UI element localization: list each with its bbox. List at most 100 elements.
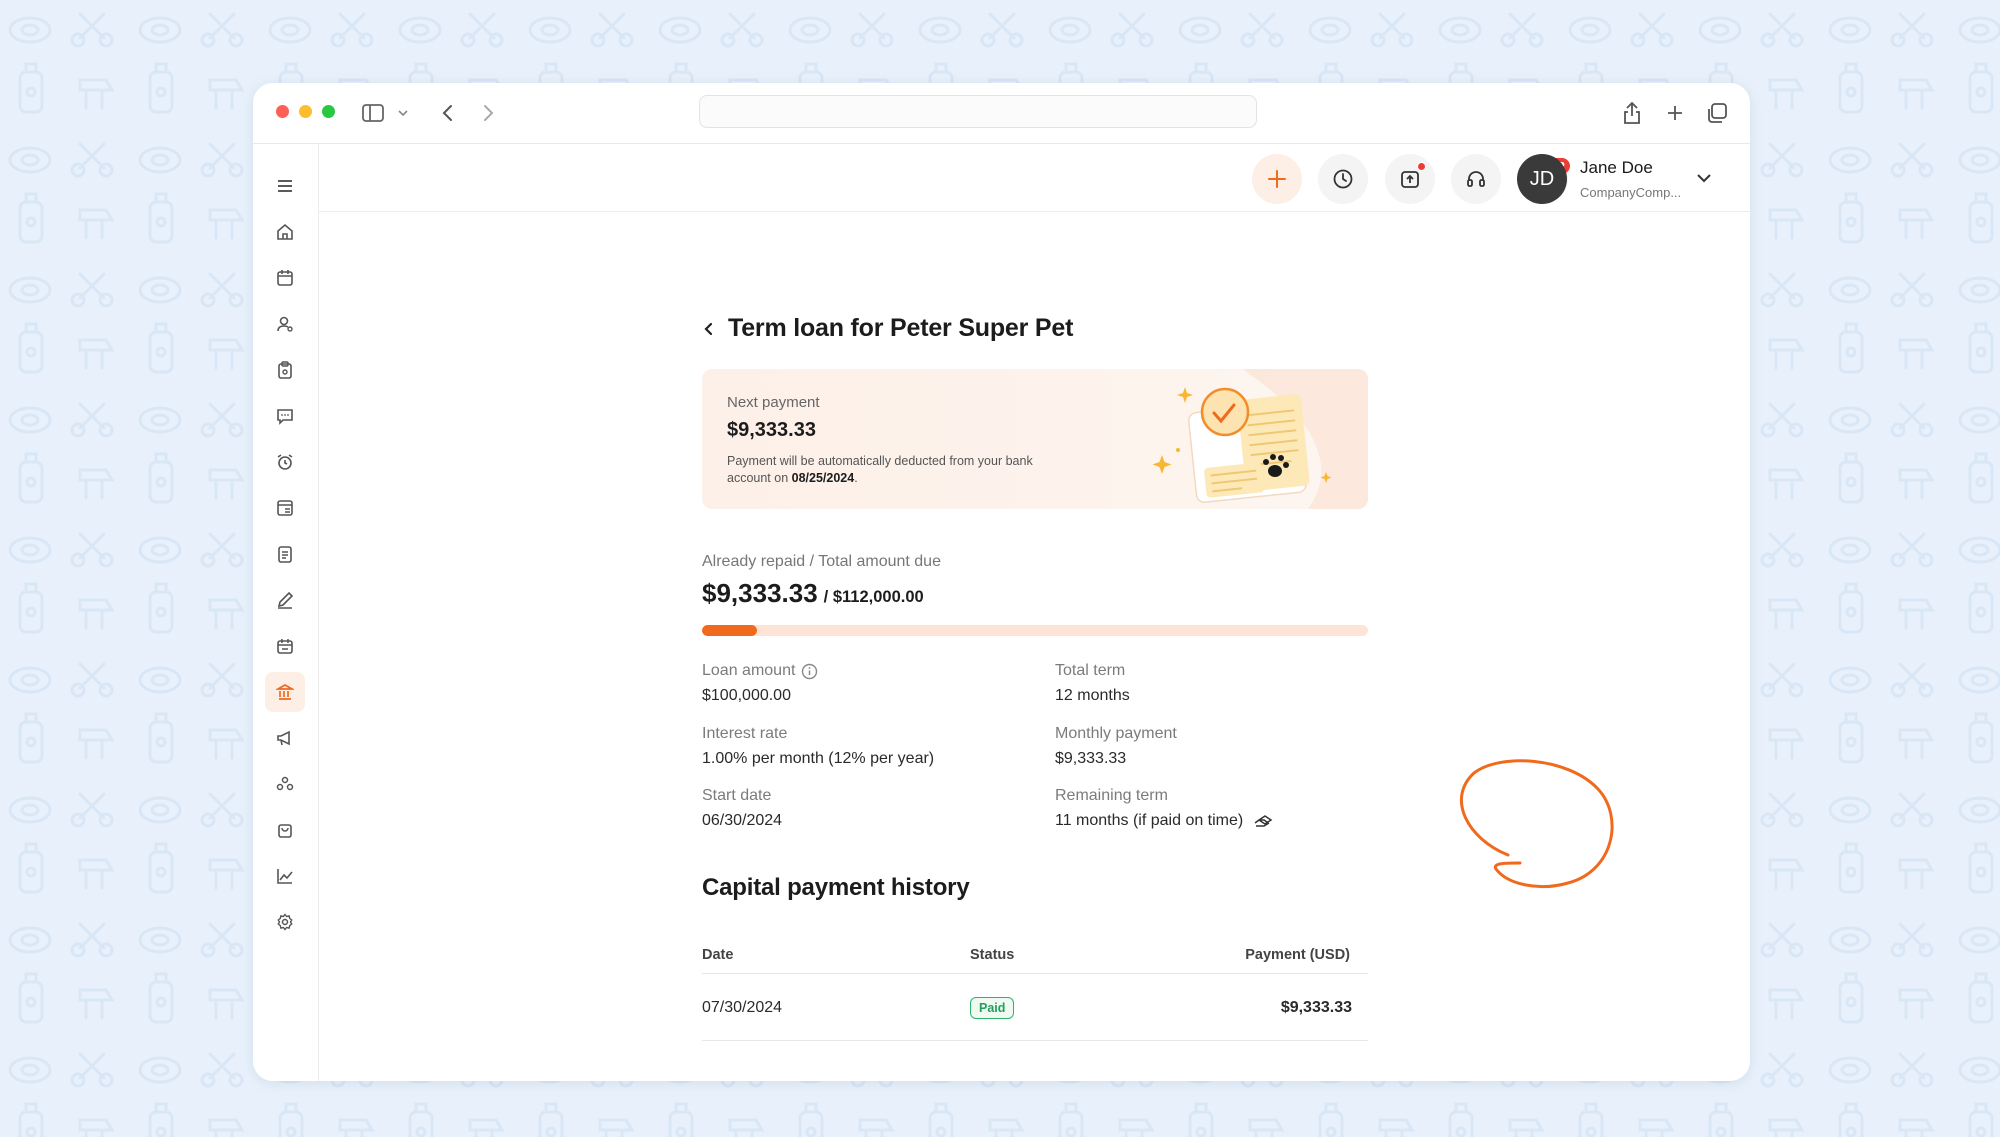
pencil-icon: [277, 591, 294, 609]
table-row[interactable]: 07/30/2024 Paid $9,333.33: [702, 975, 1368, 1041]
detail-start-date: Start date 06/30/2024: [702, 787, 782, 830]
clients-icon: [277, 316, 293, 332]
remaining-term-value: 11 months (if paid on time): [1055, 812, 1244, 829]
payment-history-title: Capital payment history: [702, 874, 970, 901]
deduction-date: 08/25/2024: [791, 471, 855, 485]
repaid-vs-total-label: Already repaid / Total amount due: [702, 553, 941, 571]
register-icon: [277, 500, 293, 516]
monthly-payment-label: Monthly payment: [1055, 725, 1177, 742]
history-button[interactable]: [1318, 154, 1368, 204]
menu-icon: [278, 180, 292, 192]
new-tab-icon[interactable]: [1661, 99, 1689, 127]
repayment-progress-bar: [702, 625, 1368, 636]
sidebar-item-edit[interactable]: [265, 580, 305, 620]
detail-remaining-term: Remaining term 11 months (if paid on tim…: [1055, 787, 1273, 830]
close-window-button[interactable]: [276, 105, 289, 118]
auto-deduct-note: Payment will be automatically deducted f…: [727, 453, 1067, 487]
sidebar-item-schedule[interactable]: [265, 626, 305, 666]
maximize-window-button[interactable]: [322, 105, 335, 118]
back-arrow-icon[interactable]: [434, 99, 462, 127]
sidebar-toggle-icon[interactable]: [359, 99, 387, 127]
sidebar-item-clients[interactable]: [265, 304, 305, 344]
total-due-amount: / $112,000.00: [823, 588, 924, 606]
detail-monthly-payment: Monthly payment $9,333.33: [1055, 725, 1177, 768]
sidebar-item-retail[interactable]: [265, 810, 305, 850]
detail-interest-rate: Interest rate 1.00% per month (12% per y…: [702, 725, 934, 768]
monthly-payment-value: $9,333.33: [1055, 750, 1127, 767]
sidebar-item-capital[interactable]: [265, 672, 305, 712]
alarm-icon: [277, 454, 293, 470]
share-icon[interactable]: [1618, 99, 1646, 127]
schedule-icon: [277, 639, 293, 654]
calendar-icon: [277, 270, 293, 286]
tabs-overview-icon[interactable]: [1703, 99, 1731, 127]
loan-amount-label: Loan amount: [702, 662, 796, 679]
sidebar-item-menu[interactable]: [265, 166, 305, 206]
column-header-date: Date: [702, 947, 734, 963]
upload-button[interactable]: [1385, 154, 1435, 204]
status-badge: Paid: [970, 996, 1015, 1019]
loan-illustration: [1152, 369, 1368, 509]
remaining-term-row: 11 months (if paid on time): [1055, 812, 1273, 830]
sidebar-item-clipboard[interactable]: [265, 350, 305, 390]
detail-loan-amount: Loan amount $100,000.00: [702, 662, 818, 705]
next-payment-banner: Next payment $9,333.33 Payment will be a…: [702, 369, 1368, 509]
page-title: Term loan for Peter Super Pet: [728, 314, 1074, 342]
info-icon[interactable]: [801, 663, 818, 680]
detail-label-row: Loan amount: [702, 662, 818, 680]
sidebar-item-team[interactable]: [265, 764, 305, 804]
total-due-label: Total amount due: [818, 553, 941, 570]
home-icon: [277, 223, 293, 240]
interest-rate-label: Interest rate: [702, 725, 788, 742]
sidebar-item-reminders[interactable]: [265, 442, 305, 482]
payment-amount: $9,333.33: [1280, 998, 1352, 1016]
megaphone-icon: [277, 730, 290, 746]
sidebar-item-marketing[interactable]: [265, 718, 305, 758]
create-new-button[interactable]: [1252, 154, 1302, 204]
clipboard-icon: [278, 361, 292, 379]
auto-deduct-note-end: .: [854, 471, 858, 485]
chevron-down-icon[interactable]: [1694, 168, 1714, 188]
chat-icon: [277, 409, 293, 425]
browser-toolbar: [253, 83, 1750, 143]
already-repaid-label: Already repaid: [702, 553, 806, 570]
sidebar-item-reports[interactable]: [265, 856, 305, 896]
user-company: CompanyComp...: [1580, 185, 1682, 200]
start-date-label: Start date: [702, 787, 772, 804]
payment-date: 07/30/2024: [702, 998, 783, 1016]
sidebar-item-checklist[interactable]: [265, 534, 305, 574]
annotation-circle: [1459, 759, 1614, 889]
auto-deduct-note-text: Payment will be automatically deducted f…: [727, 454, 1033, 485]
forward-arrow-icon[interactable]: [474, 99, 502, 127]
bank-icon: [276, 684, 294, 700]
team-icon: [276, 776, 294, 791]
remaining-term-label: Remaining term: [1055, 787, 1168, 804]
sidebar-item-register[interactable]: [265, 488, 305, 528]
settings-icon: [277, 913, 293, 931]
start-date-value: 06/30/2024: [702, 812, 783, 829]
back-chevron-icon[interactable]: [702, 321, 714, 337]
interest-rate-value: 1.00% per month (12% per year): [702, 750, 935, 767]
clock-icon: [1333, 169, 1353, 189]
plus-icon: [1268, 170, 1286, 188]
minimize-window-button[interactable]: [299, 105, 312, 118]
sidebar-item-home[interactable]: [265, 212, 305, 252]
column-header-payment: Payment (USD): [1245, 947, 1350, 963]
user-name: Jane Doe: [1580, 158, 1653, 177]
sidebar-item-settings[interactable]: [265, 902, 305, 942]
label-separator: /: [805, 553, 819, 570]
chevron-down-icon[interactable]: [395, 99, 411, 127]
user-avatar[interactable]: JD: [1517, 154, 1567, 204]
support-button[interactable]: [1451, 154, 1501, 204]
address-bar[interactable]: [699, 95, 1257, 128]
next-payment-label: Next payment: [727, 394, 820, 411]
payment-history-table-header: Date Status Payment (USD): [702, 937, 1368, 974]
sidebar-item-calendar[interactable]: [265, 258, 305, 298]
repayment-progress-fill: [702, 625, 758, 636]
window-controls: [276, 105, 335, 118]
upload-indicator-dot: [1417, 162, 1426, 171]
sidebar-item-messages[interactable]: [265, 396, 305, 436]
headset-icon: [1467, 171, 1485, 187]
hand-money-icon[interactable]: [1253, 813, 1273, 829]
detail-total-term: Total term 12 months: [1055, 662, 1130, 705]
